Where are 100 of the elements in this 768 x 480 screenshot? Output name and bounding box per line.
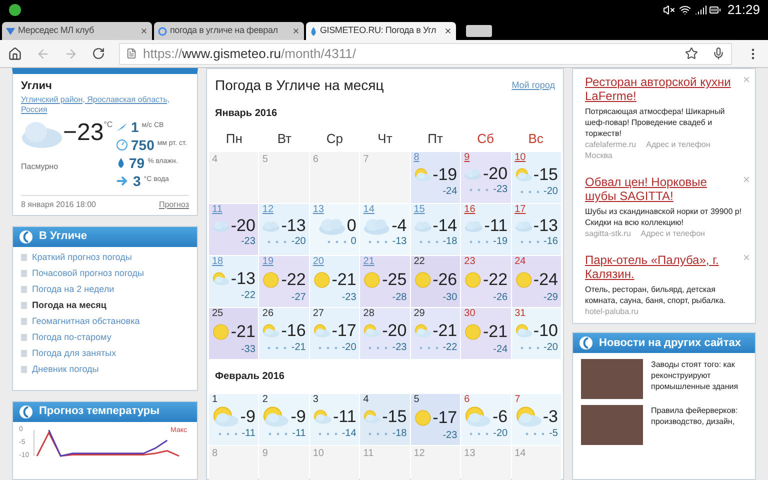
battery-icon xyxy=(709,4,722,16)
news-link[interactable]: Заводы стоят того: как реконструируют промышленные здания xyxy=(651,359,747,399)
night-temperature: -21 xyxy=(291,342,306,354)
day-temperature: -20 xyxy=(382,320,407,340)
calendar-day[interactable]: 22 -26 -30 xyxy=(410,256,460,306)
reload-icon[interactable] xyxy=(92,47,105,60)
close-icon[interactable] xyxy=(292,27,300,35)
month-title: Февраль 2016 xyxy=(214,370,286,384)
day-temperature: -13 xyxy=(533,216,558,236)
day-temperature: -17 xyxy=(332,320,356,340)
calendar-day[interactable]: 18 -13 -22 xyxy=(209,256,258,306)
night-temperature: -18 xyxy=(392,428,407,440)
day-number: 7 xyxy=(514,394,520,406)
calendar-day[interactable]: 23 -22 -26 xyxy=(461,256,511,306)
close-icon[interactable] xyxy=(444,27,452,35)
calendar-day[interactable]: 31 -10 -20 xyxy=(512,308,561,358)
ad-title[interactable]: Обвал цен! Норковые шубы SAGITTA! xyxy=(585,175,743,203)
calendar-day[interactable]: 15 -14 -18 xyxy=(410,204,460,254)
calendar-day[interactable]: 25 -21 -33 xyxy=(209,308,258,358)
calendar-day[interactable]: 2 -9 -11 xyxy=(259,394,309,444)
calendar-day[interactable]: 20 -21 -23 xyxy=(310,256,360,306)
weekday-label: Чт xyxy=(376,130,394,148)
calendar-day[interactable]: 10 -15 -20 xyxy=(512,152,561,202)
page-icon xyxy=(126,48,137,59)
ad-title[interactable]: Ресторан авторской кухни LaFerme! xyxy=(585,75,743,103)
night-temperature: -23 xyxy=(493,184,508,196)
calendar-day[interactable]: 13 0 0 xyxy=(310,204,360,254)
night-temperature: -22 xyxy=(442,342,458,354)
day-number[interactable]: 10 xyxy=(514,152,526,164)
list-bullet-icon xyxy=(21,270,27,276)
calendar-day[interactable]: 17 -13 -16 xyxy=(512,204,561,254)
day-number: 28 xyxy=(363,308,374,320)
weekday-label: Пн xyxy=(224,130,244,148)
close-icon[interactable] xyxy=(140,27,148,35)
day-temperature: -10 xyxy=(533,320,558,340)
condition-text: Пасмурно xyxy=(21,160,60,172)
address-field[interactable]: https://www.gismeteo.ru/month/4311/ xyxy=(119,42,732,64)
ad-title[interactable]: Парк-отель «Палуба», г. Калязин. xyxy=(585,253,743,281)
calendar-day[interactable]: 27 -17 -20 xyxy=(310,308,360,358)
calendar-day[interactable]: 9 -20 -23 xyxy=(461,152,511,202)
calendar-day[interactable]: 29 -21 -22 xyxy=(410,308,460,358)
news-link[interactable]: Правила фейерверков: производство, дизайн, xyxy=(651,405,747,445)
day-temperature: -24 xyxy=(533,270,558,290)
calendar-day[interactable]: 24 -24 -29 xyxy=(512,256,561,306)
wave-arrow-icon xyxy=(116,176,130,186)
menu-link[interactable]: Погода на месяц xyxy=(32,298,106,312)
calendar-day[interactable]: 6 -6 -20 xyxy=(461,394,511,444)
day-temperature: -19 xyxy=(432,164,458,184)
gauge-icon xyxy=(116,138,128,150)
night-temperature: -27 xyxy=(291,292,306,304)
home-icon[interactable] xyxy=(8,46,22,60)
day-number: 24 xyxy=(514,256,526,268)
calendar-day[interactable]: 14 -4 -13 xyxy=(360,204,410,254)
calendar-day: 6 xyxy=(310,152,360,202)
night-temperature: -20 xyxy=(544,186,558,198)
calendar-day[interactable]: 11 -20 -23 xyxy=(209,204,258,254)
calendar-day[interactable]: 4 -15 -18 xyxy=(360,394,410,444)
night-temperature: -33 xyxy=(240,344,256,356)
calendar-day[interactable]: 3 -11 -14 xyxy=(310,394,360,444)
calendar-day[interactable]: 1 -9 -11 xyxy=(209,394,258,444)
sun-cloud-icon xyxy=(464,406,492,428)
calendar-day[interactable]: 5 -17 -23 xyxy=(410,394,460,444)
day-number[interactable]: 17 xyxy=(514,204,526,216)
calendar-day[interactable]: 12 -13 -20 xyxy=(259,204,309,254)
browser-tab[interactable]: Мерседес МЛ клуб xyxy=(2,22,152,40)
day-temperature: -25 xyxy=(382,270,407,290)
night-temperature: -19 xyxy=(493,236,508,248)
bookmark-star-icon[interactable] xyxy=(685,47,698,60)
sun-cloud-icon xyxy=(262,406,290,428)
forecast-link[interactable]: Прогноз xyxy=(158,198,189,210)
menu-link[interactable]: Погода на 2 недели xyxy=(32,282,114,296)
night-temperature: -14 xyxy=(342,428,356,440)
day-number: 29 xyxy=(414,308,425,320)
day-number[interactable]: 9 xyxy=(464,152,470,164)
night-temperature: -28 xyxy=(392,292,407,304)
calendar-day[interactable]: 16 -11 -19 xyxy=(461,204,511,254)
calendar-day: 5 xyxy=(259,152,309,202)
calendar-day[interactable]: 19 -22 -27 xyxy=(259,256,309,306)
list-bullet-icon xyxy=(21,302,27,308)
sun-cloud-icon xyxy=(514,406,542,428)
calendar-day[interactable]: 26 -16 -21 xyxy=(259,308,309,358)
tab-title: Мерседес МЛ клуб xyxy=(18,24,95,38)
region-link[interactable]: Угличский район, Ярославская область, Россия xyxy=(21,94,189,114)
microphone-icon[interactable] xyxy=(712,47,725,60)
night-temperature: -20 xyxy=(342,342,356,354)
night-temperature: -11 xyxy=(292,428,306,440)
calendar-day[interactable]: 7 -3 -5 xyxy=(512,394,561,444)
calendar-day[interactable]: 30 -21 -24 xyxy=(461,308,511,358)
browser-tab[interactable]: GISMETEO.RU: Погода в Угл xyxy=(306,22,456,40)
night-temperature: -5 xyxy=(549,428,558,440)
calendar-day[interactable]: 21 -25 -28 xyxy=(360,256,410,306)
ad-text: Отель, ресторан, бильярд, детская комната, сауна, баня, спорт, рыбалка. xyxy=(585,284,727,306)
day-number[interactable]: 16 xyxy=(464,204,476,216)
calendar-day[interactable]: 28 -20 -23 xyxy=(360,308,410,358)
day-number: 6 xyxy=(464,394,470,406)
day-temperature: -21 xyxy=(332,270,356,290)
browser-tab[interactable]: погода в угличе на феврал xyxy=(154,22,304,40)
day-number: 25 xyxy=(212,308,224,320)
ad-text: Потрясающая атмосфера! Шикарный шеф-повар! Проведение свадеб и торжеств! xyxy=(585,106,726,139)
calendar-day[interactable]: 8 -19 -24 xyxy=(410,152,460,202)
